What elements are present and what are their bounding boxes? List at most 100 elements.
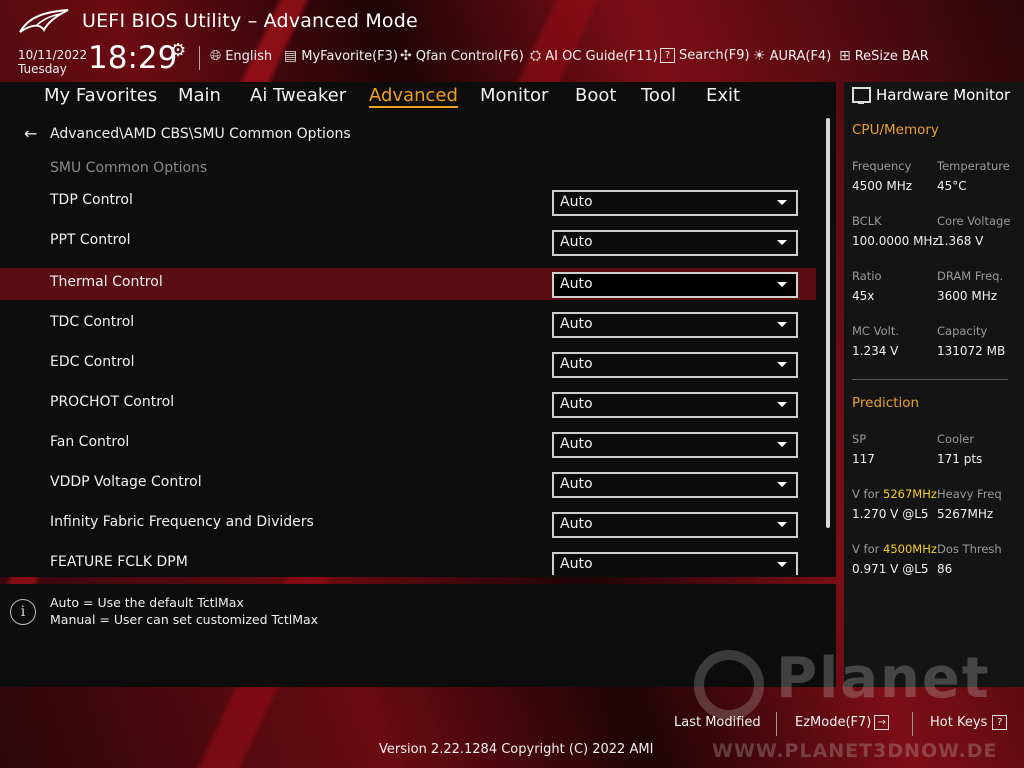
option-row-tdp-control[interactable]: TDP Control Auto (0, 186, 816, 218)
option-dropdown[interactable]: Auto (552, 512, 798, 538)
menu-bar: My Favorites Main Ai Tweaker Advanced Mo… (0, 82, 836, 112)
search-label: Search(F9) (679, 48, 750, 63)
globe-icon: 🌐︎ (210, 48, 222, 64)
option-dropdown[interactable]: Auto (552, 230, 798, 256)
option-label: TDP Control (50, 192, 133, 208)
ezmode-label: EzMode(F7) (795, 715, 872, 730)
v-for-text: V for (852, 542, 880, 556)
option-label: PPT Control (50, 232, 131, 248)
dropdown-arrow-icon (777, 200, 787, 205)
ai-oc-guide-button[interactable]: ⛭ AI OC Guide(F11) (530, 48, 658, 64)
core-voltage-label: Core Voltage (937, 214, 1011, 228)
option-dropdown[interactable]: Auto (552, 432, 798, 458)
ezmode-button[interactable]: EzMode(F7) → (795, 715, 893, 730)
option-label: EDC Control (50, 354, 135, 370)
tab-ai-tweaker[interactable]: Ai Tweaker (250, 85, 346, 106)
aura-button[interactable]: ☀ AURA(F4) (753, 48, 831, 64)
option-label: Fan Control (50, 434, 130, 450)
date-display: 10/11/2022 Tuesday (18, 48, 87, 76)
option-row-infinity-fabric[interactable]: Infinity Fabric Frequency and Dividers A… (0, 508, 816, 540)
option-row-edc-control[interactable]: EDC Control Auto (0, 348, 816, 380)
divider (912, 712, 913, 736)
heavy-freq-label: Heavy Freq (937, 487, 1002, 501)
scrollbar[interactable] (826, 118, 830, 528)
qfan-control-button[interactable]: ✣ Qfan Control(F6) (400, 48, 524, 64)
option-label: Thermal Control (50, 274, 163, 290)
option-dropdown[interactable]: Auto (552, 552, 798, 575)
option-dropdown[interactable]: Auto (552, 472, 798, 498)
option-row-prochot-control[interactable]: PROCHOT Control Auto (0, 388, 816, 420)
info-icon: i (10, 599, 36, 625)
sp-value: 117 (852, 452, 875, 466)
monitor-icon (852, 87, 871, 104)
footer: Last Modified EzMode(F7) → Hot Keys ? Ve… (0, 700, 1024, 768)
hot-keys-button[interactable]: Hot Keys ? (930, 715, 1011, 730)
time-display: 18:29 (88, 40, 178, 76)
help-key-icon: ? (992, 715, 1008, 730)
core-voltage-value: 1.368 V (937, 234, 984, 248)
dropdown-arrow-icon (777, 240, 787, 245)
language-button[interactable]: 🌐︎ English (210, 48, 272, 64)
tab-main[interactable]: Main (178, 85, 221, 106)
dropdown-value: Auto (560, 556, 593, 572)
v-for-freq1-label: V for 5267MHz (852, 487, 937, 501)
option-row-thermal-control[interactable]: Thermal Control Auto (0, 268, 816, 300)
section-title: SMU Common Options (50, 160, 208, 176)
hardware-monitor-title: Hardware Monitor (876, 86, 1011, 104)
help-line-1: Auto = Use the default TctlMax (50, 595, 244, 610)
dropdown-value: Auto (560, 356, 593, 372)
mc-volt-value: 1.234 V (852, 344, 899, 358)
last-modified-button[interactable]: Last Modified (674, 715, 761, 730)
option-row-ppt-control[interactable]: PPT Control Auto (0, 226, 816, 258)
frequency-label: Frequency (852, 159, 912, 173)
cooler-value: 171 pts (937, 452, 983, 466)
ratio-value: 45x (852, 289, 875, 303)
aura-label: AURA(F4) (769, 48, 832, 64)
gear-icon[interactable]: ⚙ (170, 40, 186, 61)
capacity-label: Capacity (937, 324, 988, 338)
capacity-value: 131072 MB (937, 344, 1006, 358)
dropdown-value: Auto (560, 316, 593, 332)
dram-freq-value: 3600 MHz (937, 289, 998, 303)
dropdown-arrow-icon (777, 282, 787, 287)
divider (199, 46, 200, 70)
divider (776, 712, 777, 736)
option-dropdown[interactable]: Auto (552, 352, 798, 378)
heavy-freq-value: 5267MHz (937, 507, 994, 521)
search-button[interactable]: ? Search(F9) (660, 48, 750, 63)
option-row-vddp-voltage-control[interactable]: VDDP Voltage Control Auto (0, 468, 816, 500)
option-row-tdc-control[interactable]: TDC Control Auto (0, 308, 816, 340)
option-label: PROCHOT Control (50, 394, 175, 410)
tab-advanced[interactable]: Advanced (369, 85, 458, 108)
cpu-memory-title: CPU/Memory (852, 122, 939, 138)
top-bar: UEFI BIOS Utility – Advanced Mode 10/11/… (0, 0, 1024, 82)
option-row-fan-control[interactable]: Fan Control Auto (0, 428, 816, 460)
tab-monitor[interactable]: Monitor (480, 85, 548, 106)
tab-exit[interactable]: Exit (706, 85, 740, 106)
tab-boot[interactable]: Boot (575, 85, 616, 106)
dos-thresh-value: 86 (937, 562, 953, 576)
back-arrow-icon[interactable]: ← (24, 124, 37, 143)
tab-my-favorites[interactable]: My Favorites (44, 85, 157, 106)
option-dropdown[interactable]: Auto (552, 272, 798, 298)
dropdown-value: Auto (560, 476, 593, 492)
aura-icon: ☀ (753, 48, 766, 64)
cooler-label: Cooler (937, 432, 975, 446)
dropdown-value: Auto (560, 436, 593, 452)
date-text: 10/11/2022 (18, 48, 88, 62)
option-row-feature-fclk-dpm[interactable]: FEATURE FCLK DPM Auto (0, 548, 816, 575)
ai-oc-icon: ⛭ (530, 48, 542, 64)
temperature-label: Temperature (937, 159, 1010, 173)
resize-bar-button[interactable]: ⊞ ReSize BAR (839, 48, 929, 64)
exit-arrow-icon: → (874, 715, 890, 730)
tab-tool[interactable]: Tool (641, 85, 676, 106)
search-icon: ? (660, 48, 675, 63)
prediction-title: Prediction (852, 395, 920, 411)
option-dropdown[interactable]: Auto (552, 312, 798, 338)
resize-bar-label: ReSize BAR (854, 48, 929, 64)
myfavorite-button[interactable]: ▤ MyFavorite(F3) (284, 48, 398, 64)
option-label: FEATURE FCLK DPM (50, 554, 188, 570)
option-dropdown[interactable]: Auto (552, 190, 798, 216)
option-dropdown[interactable]: Auto (552, 392, 798, 418)
v-for-text: V for (852, 487, 880, 501)
